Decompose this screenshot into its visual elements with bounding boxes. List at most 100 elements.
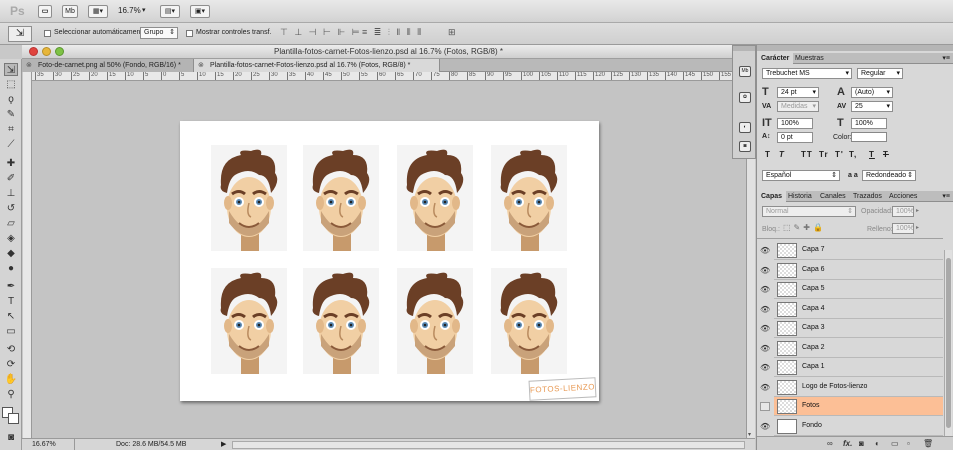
screen-mode-button[interactable]: ▣▾ [190,5,210,18]
lock-icons[interactable]: ⬚✎✚🔒 [783,223,826,232]
3d-rotate-tool-icon[interactable]: ⟲ [4,343,18,356]
tab-trazados[interactable]: Trazados [849,191,886,202]
canvas-area[interactable]: FOTOS-LIENZO [32,81,746,438]
arrange-documents-button[interactable]: ▤▾ [160,5,180,18]
zoom-tool-icon[interactable]: ⚲ [4,388,18,401]
show-transform-checkbox[interactable] [186,30,193,37]
fill-field[interactable]: 100% [892,223,914,234]
kerning-field[interactable]: Medidas ▾ [777,101,819,112]
3d-orbit-tool-icon[interactable]: ⟳ [4,358,18,371]
blur-tool-icon[interactable]: ◆ [4,247,18,260]
path-selection-tool-icon[interactable]: ↖ [4,310,18,323]
delete-layer-icon[interactable]: 🗑 [923,439,933,448]
auto-select-dropdown[interactable]: Grupo ⇕ [140,27,178,39]
layer-visibility-eye-icon[interactable]: 👁 [760,383,770,392]
font-style-select[interactable]: Regular ▾ [857,68,903,79]
pen-tool-icon[interactable]: ✒ [4,280,18,293]
close-tab-icon[interactable]: ⊗ [26,59,32,72]
panel-menu-icon[interactable]: ▾≡ [942,54,950,62]
font-family-select[interactable]: Trebuchet MS ▾ [762,68,852,79]
background-color-swatch[interactable] [8,413,19,424]
document-canvas[interactable]: FOTOS-LIENZO [180,121,599,401]
layer-row[interactable]: Capa 4 [774,299,943,319]
layer-row[interactable]: Fondo [774,416,943,436]
font-size-field[interactable]: 24 pt ▾ [777,87,819,98]
panel-grip[interactable] [733,46,755,51]
minibridge-panel-icon[interactable]: Mb [739,66,751,77]
auto-select-checkbox[interactable] [44,30,51,37]
layer-row[interactable]: Capa 7 [774,241,943,260]
dodge-tool-icon[interactable]: ● [4,262,18,275]
eraser-tool-icon[interactable]: ▱ [4,217,18,230]
layer-visibility-eye-icon[interactable]: 👁 [760,266,770,275]
minimize-window-icon[interactable] [42,47,51,56]
type-tool-icon[interactable]: T [4,295,18,308]
layer-row[interactable]: Capa 3 [774,319,943,338]
tab-historia[interactable]: Historia [784,191,816,202]
superscript-button[interactable]: T' [835,150,844,159]
layers-scroll-thumb[interactable] [946,258,951,428]
quick-selection-tool-icon[interactable]: ✎ [4,108,18,121]
layer-row[interactable]: Logo de Fotos-lienzo [774,377,943,397]
quick-mask-icon[interactable]: ◙ [4,431,18,444]
horizontal-scrollbar[interactable] [232,441,745,449]
extras-dropdown[interactable]: ▦▾ [88,5,108,18]
opacity-field[interactable]: 100% [892,206,914,217]
layer-visibility-eye-icon[interactable]: 👁 [760,305,770,314]
vertical-scale-field[interactable]: 100% [777,118,813,129]
link-layers-icon[interactable]: ∞ [827,439,833,448]
new-group-icon[interactable]: ▭ [891,439,899,448]
crop-tool-icon[interactable]: ⌗ [4,123,18,136]
eyedropper-tool-icon[interactable]: ⟋ [4,138,18,151]
distribute-buttons[interactable]: ≡ ≣ ⫶ ‖ ⦀ ⫴ [362,27,423,38]
horizontal-scale-field[interactable]: 100% [851,118,887,129]
layer-row[interactable]: Capa 2 [774,338,943,358]
minibridge-button[interactable]: Mb [62,5,78,18]
brush-tool-icon[interactable]: ✐ [4,172,18,185]
scroll-down-icon[interactable]: ▾ [748,431,754,438]
move-tool-preset[interactable]: ⇲ [8,26,32,42]
blend-mode-select[interactable]: Normal ⇕ [762,206,856,217]
zoom-window-icon[interactable] [55,47,64,56]
layer-row[interactable]: Fotos [774,397,943,416]
history-brush-tool-icon[interactable]: ↺ [4,202,18,215]
adjustments-panel-icon[interactable]: ◐ [739,122,751,133]
layer-mask-icon[interactable]: ◙ [859,439,864,448]
layer-style-icon[interactable]: fx. [843,439,852,448]
fill-arrow-icon[interactable]: ▸ [916,224,919,231]
tab-capas[interactable]: Capas [757,191,787,202]
new-layer-icon[interactable]: ▫ [907,439,910,448]
close-tab-icon[interactable]: ⊗ [198,59,204,72]
tab-plantilla-fotos-carnet[interactable]: ⊗ Plantilla-fotos-carnet-Fotos-lienzo.ps… [194,59,440,72]
masks-panel-icon[interactable]: ◙ [739,141,751,152]
horizontal-ruler[interactable]: 35 30 25 20 15 10 5 0 5 10 15 20 25 30 35 40 45 50 55 60 65 7… [32,72,746,81]
panel-menu-icon[interactable]: ▾≡ [942,192,950,200]
tracking-field[interactable]: 25 ▾ [851,101,893,112]
align-buttons[interactable]: ⊤ ⊥ ⊣ ⊢ ⊩ ⊨ [280,27,362,38]
layers-scrollbar[interactable] [944,250,952,436]
zoom-dropdown-icon[interactable]: ▾ [142,6,146,14]
hand-tool-icon[interactable]: ✋ [4,373,18,386]
shape-tool-icon[interactable]: ▭ [4,325,18,338]
layer-row[interactable]: Capa 6 [774,260,943,280]
small-caps-button[interactable]: Tr [819,150,829,159]
paint-bucket-tool-icon[interactable]: ◈ [4,232,18,245]
language-select[interactable]: Español ⇕ [762,170,840,181]
faux-italic-button[interactable]: T [779,150,785,159]
opacity-arrow-icon[interactable]: ▸ [916,207,919,214]
document-size-info[interactable]: Doc: 28.6 MB/54.5 MB [116,439,186,450]
tab-acciones[interactable]: Acciones [885,191,921,202]
underline-button[interactable]: T [869,150,875,159]
layer-row[interactable]: Capa 5 [774,280,943,299]
auto-align-button[interactable]: ⊞ [448,27,456,38]
tab-muestras[interactable]: Muestras [791,53,828,64]
subscript-button[interactable]: T, [849,150,857,159]
antialias-select[interactable]: Redondeado ⇕ [862,170,916,181]
bridge-button[interactable]: ▭ [38,5,52,18]
close-window-icon[interactable] [29,47,38,56]
vertical-ruler[interactable] [23,72,32,438]
layer-visibility-eye-icon[interactable]: 👁 [760,324,770,333]
layer-visibility-eye-icon[interactable]: 👁 [760,344,770,353]
clone-stamp-tool-icon[interactable]: ⊥ [4,187,18,200]
layer-visibility-empty[interactable] [760,402,770,411]
